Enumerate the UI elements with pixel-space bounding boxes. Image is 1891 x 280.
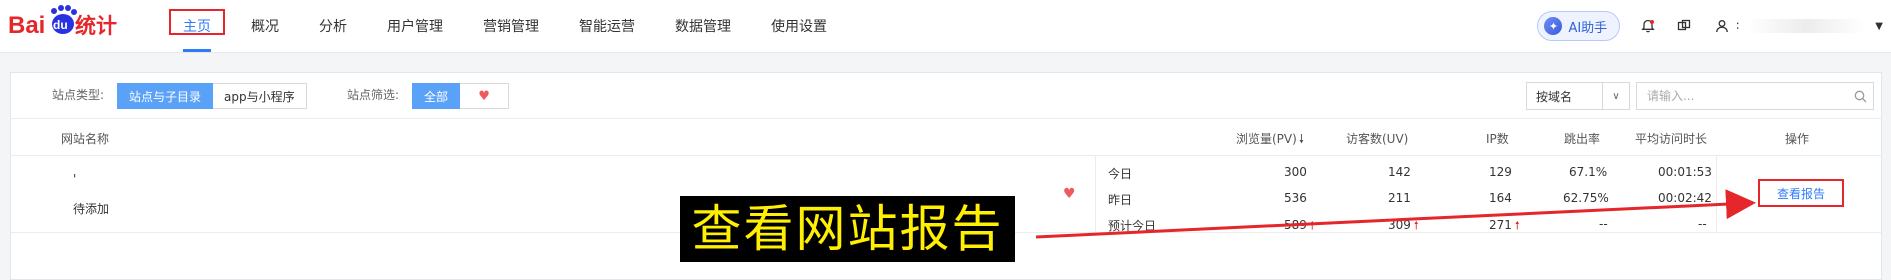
ip-today: 129	[1489, 165, 1512, 179]
view-report-button[interactable]: 查看报告	[1758, 179, 1844, 207]
site-type-option-sites[interactable]: 站点与子目录	[117, 83, 214, 109]
ip-yesterday: 164	[1489, 191, 1512, 205]
bounce-forecast: --	[1599, 217, 1608, 231]
period-label-forecast: 预计今日	[1108, 219, 1157, 233]
avg-time-yesterday: 00:02:42	[1658, 191, 1712, 205]
site-status: 待添加	[73, 202, 110, 216]
nav-item-label: 智能运营	[579, 19, 635, 35]
site-search	[1636, 82, 1874, 110]
column-pv[interactable]: 浏览量(PV) 🠗	[1236, 130, 1304, 151]
uv-today: 142	[1388, 165, 1411, 179]
ai-assistant-button[interactable]: ✦ AI助手	[1537, 11, 1621, 41]
nav-item-settings[interactable]: 使用设置	[751, 0, 847, 52]
nav-item-label: 数据管理	[675, 19, 731, 35]
nav-item-label: 概况	[251, 19, 279, 35]
pv-forecast-value: 589	[1284, 218, 1307, 232]
up-arrow-icon: 🠕	[1309, 219, 1315, 232]
heart-icon: ♥	[478, 88, 490, 104]
uv-forecast: 309 🠕	[1388, 217, 1419, 236]
bell-icon[interactable]	[1640, 18, 1656, 34]
ip-forecast: 271 🠕	[1489, 217, 1520, 236]
domain-select[interactable]: 按域名 ∨	[1526, 82, 1630, 110]
nav-item-overview[interactable]: 概况	[231, 0, 299, 52]
nav-item-label: 用户管理	[387, 19, 443, 35]
site-type-option-apps[interactable]: app与小程序	[213, 83, 307, 109]
bounce-today: 67.1%	[1569, 165, 1608, 179]
ai-assistant-label: AI助手	[1568, 20, 1608, 36]
site-filter-label: 站点筛选:	[347, 88, 400, 102]
uv-yesterday: 211	[1388, 191, 1411, 205]
site-name: '	[73, 172, 77, 186]
column-pv-label: 浏览量(PV)	[1236, 132, 1297, 146]
nav-item-label: 使用设置	[771, 19, 827, 35]
uv-forecast-value: 309	[1388, 218, 1411, 232]
annotation-banner: 查看网站报告	[680, 196, 1015, 262]
svg-text:统计: 统计	[75, 14, 117, 38]
filter-bar: 站点类型: 站点与子目录 app与小程序 站点筛选: 全部 ♥ 按域名 ∨	[11, 73, 1881, 119]
ai-sparkle-icon: ✦	[1544, 17, 1563, 35]
site-type-toggle: 站点与子目录 app与小程序	[117, 83, 307, 109]
pv-today: 300	[1284, 165, 1307, 179]
nav-item-label: 分析	[319, 19, 347, 35]
baidu-tongji-logo[interactable]: Bai du 统计	[8, 3, 128, 43]
column-actions: 操作	[1785, 132, 1810, 146]
column-ip[interactable]: IP数	[1486, 130, 1509, 147]
column-uv[interactable]: 访客数(UV)	[1346, 130, 1408, 147]
user-name-initial: ∶	[1736, 19, 1740, 33]
favorite-heart-icon[interactable]: ♥	[1063, 186, 1076, 202]
top-navigation-bar: Bai du 统计 主页 概况 分析 用户管理 营销管理 智能运营 数据管理 使…	[0, 0, 1891, 53]
ip-forecast-value: 271	[1489, 218, 1512, 232]
nav-item-analysis[interactable]: 分析	[299, 0, 367, 52]
user-icon	[1714, 18, 1730, 34]
search-icon[interactable]	[1847, 90, 1873, 103]
up-arrow-icon: 🠕	[1413, 219, 1419, 232]
chevron-down-icon: ▼	[1875, 20, 1883, 32]
layers-icon[interactable]	[1676, 18, 1692, 34]
table-header: 网站名称 浏览量(PV) 🠗 访客数(UV) IP数 跳出率 平均访问时长 操作	[11, 119, 1881, 156]
column-site-name: 网站名称	[61, 132, 110, 146]
svg-text:Bai: Bai	[8, 12, 45, 39]
column-bounce-rate[interactable]: 跳出率	[1564, 130, 1600, 147]
nav-item-label: 主页	[183, 19, 211, 35]
chevron-down-icon: ∨	[1602, 83, 1629, 109]
nav-item-smart-operations[interactable]: 智能运营	[559, 0, 655, 52]
header-tools: ✦ AI助手 ∶ ▼	[1537, 0, 1891, 52]
nav-item-user-management[interactable]: 用户管理	[367, 0, 463, 52]
period-label-yesterday: 昨日	[1108, 193, 1133, 207]
site-filter-favorites[interactable]: ♥	[460, 83, 510, 109]
divider	[1095, 156, 1096, 232]
pv-yesterday: 536	[1284, 191, 1307, 205]
pv-forecast: 589 🠕	[1284, 217, 1315, 236]
site-filter-toggle: 全部 ♥	[412, 83, 510, 109]
column-avg-time[interactable]: 平均访问时长	[1635, 130, 1707, 147]
search-input[interactable]	[1637, 84, 1847, 108]
main-nav: 主页 概况 分析 用户管理 营销管理 智能运营 数据管理 使用设置	[163, 0, 847, 52]
user-name-redacted	[1747, 19, 1866, 33]
nav-item-home[interactable]: 主页	[163, 0, 231, 52]
site-filter-all[interactable]: 全部	[412, 83, 461, 109]
svg-text:du: du	[53, 18, 68, 32]
avg-time-forecast: --	[1698, 217, 1707, 231]
bounce-yesterday: 62.75%	[1563, 191, 1609, 205]
avg-time-today: 00:01:53	[1658, 165, 1712, 179]
period-label-today: 今日	[1108, 167, 1133, 181]
arrow-down-icon: 🠗	[1298, 132, 1304, 146]
divider	[1716, 156, 1717, 232]
site-type-label: 站点类型:	[52, 88, 105, 102]
domain-select-value: 按域名	[1536, 89, 1573, 104]
nav-item-label: 营销管理	[483, 19, 539, 35]
nav-item-data-management[interactable]: 数据管理	[655, 0, 751, 52]
nav-item-marketing[interactable]: 营销管理	[463, 0, 559, 52]
up-arrow-icon: 🠕	[1514, 219, 1520, 232]
user-menu[interactable]: ∶ ▼	[1714, 18, 1883, 34]
